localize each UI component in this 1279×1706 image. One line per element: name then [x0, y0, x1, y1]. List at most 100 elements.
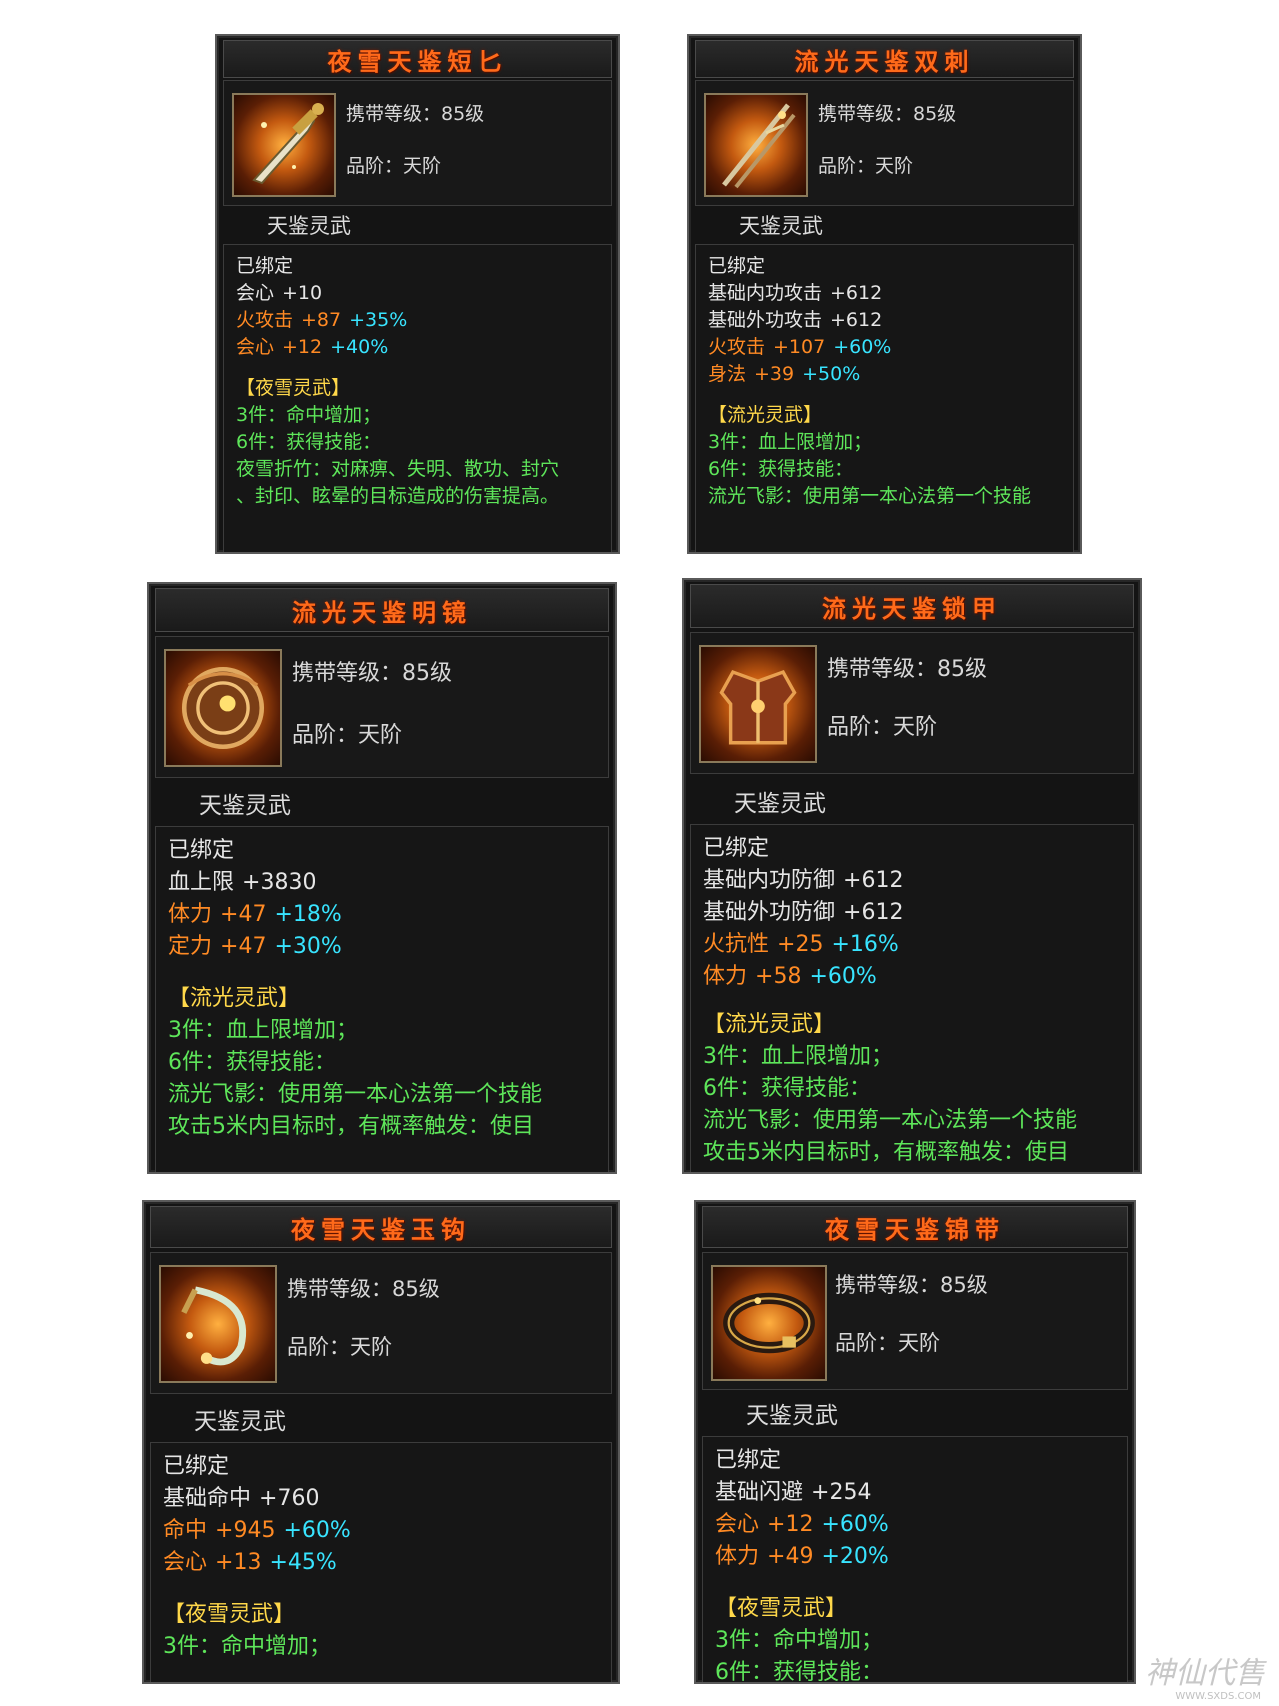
stat-name: 会心 [715, 1512, 760, 1537]
stat-value: +47 [220, 934, 267, 959]
stats-panel: 已绑定 基础命中 +760 命中 +945 +60% 会心 +13 +45% 【夜雪灵武】… [150, 1442, 612, 1682]
set-bonus-line: 攻击5米内目标时，有概率触发：使目 [703, 1140, 1069, 1165]
stat-value: +612 [843, 900, 904, 925]
stat-bonus: +20% [821, 1544, 889, 1569]
item-title: 流光天鉴双刺 [794, 47, 975, 76]
set-bonus-line: 攻击5米内目标时，有概率触发：使目 [168, 1114, 534, 1139]
stat-value: +612 [830, 282, 883, 304]
stat-row: 体力 +58 +60% [703, 961, 1123, 993]
set-bonus-line: 3件：血上限增加； [703, 1044, 893, 1069]
bound-status: 已绑定 [163, 1454, 230, 1479]
item-header-panel: 携带等级：85级 品阶：天阶 [150, 1252, 612, 1394]
stat-bonus: +16% [831, 932, 899, 957]
stat-row: 血上限 +3830 [168, 867, 598, 899]
stat-row: 体力 +47 +18% [168, 899, 598, 931]
stat-name: 火攻击 [236, 309, 294, 331]
item-category: 天鉴灵武 [194, 1409, 286, 1435]
stat-bonus: +60% [833, 336, 892, 358]
stat-row: 会心 +12 +60% [715, 1509, 1117, 1541]
item-card-dagger[interactable]: 夜雪天鉴短匕 携带等级：85级 品阶：天阶 天鉴灵武 已绑定 会心 +10 火攻击… [215, 34, 620, 554]
stat-value: +612 [830, 309, 883, 331]
carry-level: 携带等级：85级 [835, 1273, 988, 1297]
item-card-armor[interactable]: 流光天鉴锁甲 携带等级：85级 品阶：天阶 天鉴灵武 已绑定 基础内功防御 +61… [682, 578, 1142, 1174]
item-card-twin-spike[interactable]: 流光天鉴双刺 携带等级：85级 品阶：天阶 天鉴灵武 已绑定 基础内功攻击 +61… [687, 34, 1082, 554]
stat-bonus: +60% [809, 964, 877, 989]
stat-name: 会心 [236, 336, 275, 358]
stat-value: +13 [215, 1550, 262, 1575]
set-bonus-line: 3件：命中增加； [715, 1628, 883, 1653]
stat-row: 基础闪避 +254 [715, 1477, 1117, 1509]
stat-name: 基础闪避 [715, 1480, 804, 1505]
item-category: 天鉴灵武 [746, 1403, 838, 1429]
stat-name: 基础外功防御 [703, 900, 836, 925]
stat-row: 会心 +13 +45% [163, 1547, 601, 1579]
set-name: 【流光灵武】 [703, 1012, 836, 1037]
stat-value: +254 [811, 1480, 872, 1505]
set-name: 【夜雪灵武】 [236, 377, 351, 399]
item-header-panel: 携带等级：85级 品阶：天阶 [702, 1252, 1128, 1390]
stat-row: 基础外功防御 +612 [703, 897, 1123, 929]
armor-icon[interactable] [699, 645, 817, 763]
stat-value: +39 [754, 363, 795, 385]
bound-status: 已绑定 [236, 255, 294, 277]
set-name: 【流光灵武】 [708, 404, 823, 426]
stat-name: 火抗性 [703, 932, 770, 957]
item-category: 天鉴灵武 [199, 793, 291, 819]
stats-panel: 已绑定 基础内功防御 +612 基础外功防御 +612 火抗性 +25 +16% 体力 +… [690, 824, 1134, 1172]
mirror-icon[interactable] [164, 649, 282, 767]
stat-row: 命中 +945 +60% [163, 1515, 601, 1547]
stat-value: +10 [282, 282, 323, 304]
stat-value: +760 [259, 1486, 320, 1511]
stat-value: +612 [843, 868, 904, 893]
stat-row: 基础外功攻击 +612 [708, 307, 1063, 334]
stat-value: +107 [773, 336, 826, 358]
set-bonus-line: 夜雪折竹：对麻痹、失明、散功、封穴 [236, 458, 560, 480]
card-title-bar: 流光天鉴双刺 [695, 40, 1074, 78]
stat-row: 会心 +12 +40% [236, 334, 601, 361]
bound-status: 已绑定 [715, 1448, 782, 1473]
stat-name: 基础内功防御 [703, 868, 836, 893]
stat-value: +3830 [242, 870, 317, 895]
stat-bonus: +35% [349, 309, 408, 331]
item-category: 天鉴灵武 [739, 214, 823, 238]
set-bonus-line: 流光飞影：使用第一本心法第一个技能 [168, 1082, 543, 1107]
item-title: 流光天鉴明镜 [292, 598, 472, 627]
twin-spike-icon[interactable] [704, 93, 808, 197]
item-card-hook[interactable]: 夜雪天鉴玉钩 携带等级：85级 品阶：天阶 天鉴灵武 已绑定 基础命中 +760 … [142, 1200, 620, 1684]
dagger-icon[interactable] [232, 93, 336, 197]
stat-value: +58 [755, 964, 802, 989]
item-title: 夜雪天鉴短匕 [327, 47, 508, 76]
stat-name: 会心 [163, 1550, 208, 1575]
stat-row: 基础内功防御 +612 [703, 865, 1123, 897]
item-header-panel: 携带等级：85级 品阶：天阶 [695, 80, 1074, 206]
set-bonus-line: 3件：血上限增加； [708, 431, 873, 453]
item-grade: 品阶：天阶 [292, 723, 403, 748]
belt-icon[interactable] [711, 1265, 827, 1381]
stat-bonus: +40% [330, 336, 389, 358]
stat-row: 火攻击 +87 +35% [236, 307, 601, 334]
item-card-mirror[interactable]: 流光天鉴明镜 携带等级：85级 品阶：天阶 天鉴灵武 已绑定 血上限 +3830 … [147, 582, 617, 1174]
stat-value: +945 [215, 1518, 276, 1543]
stat-name: 体力 [715, 1544, 760, 1569]
item-title: 流光天鉴锁甲 [822, 594, 1002, 623]
set-bonus-line: 、封印、眩晕的目标造成的伤害提高。 [236, 485, 560, 507]
stat-name: 基础外功攻击 [708, 309, 823, 331]
carry-level: 携带等级：85级 [827, 657, 987, 682]
item-card-belt[interactable]: 夜雪天鉴锦带 携带等级：85级 品阶：天阶 天鉴灵武 已绑定 基础闪避 +254 … [694, 1200, 1136, 1684]
hook-icon[interactable] [159, 1265, 277, 1383]
item-grade: 品阶：天阶 [818, 155, 914, 177]
stat-bonus: +18% [274, 902, 342, 927]
set-bonus-line: 3件：命中增加； [236, 404, 382, 426]
item-title: 夜雪天鉴玉钩 [291, 1215, 471, 1244]
item-category: 天鉴灵武 [734, 791, 826, 817]
stat-row: 火攻击 +107 +60% [708, 334, 1063, 361]
set-bonus-line: 6件：获得技能： [715, 1660, 883, 1684]
item-header-panel: 携带等级：85级 品阶：天阶 [690, 632, 1134, 774]
bound-status: 已绑定 [703, 836, 770, 861]
set-bonus-line: 6件：获得技能： [708, 458, 854, 480]
stat-bonus: +30% [274, 934, 342, 959]
bound-status: 已绑定 [708, 255, 766, 277]
stats-panel: 已绑定 血上限 +3830 体力 +47 +18% 定力 +47 +30% 【流光灵武】 … [155, 826, 609, 1172]
stat-name: 体力 [168, 902, 213, 927]
stat-bonus: +60% [821, 1512, 889, 1537]
